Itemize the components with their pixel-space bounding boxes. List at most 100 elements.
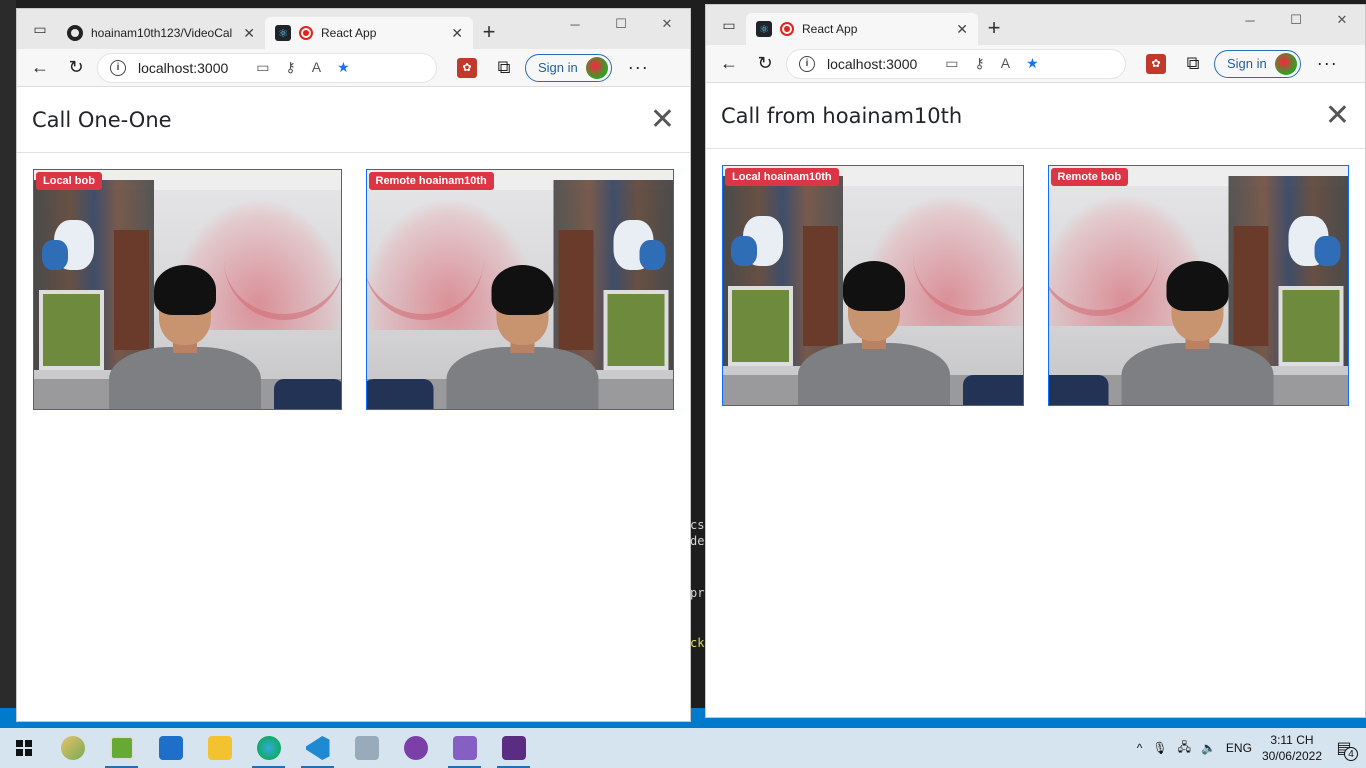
close-icon[interactable]: ✕ bbox=[956, 21, 968, 38]
avatar bbox=[585, 56, 608, 79]
info-icon[interactable]: i bbox=[110, 59, 126, 76]
language-indicator[interactable]: ENG bbox=[1226, 741, 1252, 755]
avatar bbox=[1274, 52, 1297, 75]
code-text: pr bbox=[690, 586, 705, 600]
video-label: Local bob bbox=[36, 172, 102, 190]
video-grid: Local bob Remote hoainam10th bbox=[17, 153, 690, 426]
tab-github[interactable]: hoainam10th123/VideoCal ✕ bbox=[57, 17, 265, 49]
recording-icon bbox=[780, 22, 794, 36]
paint-icon[interactable] bbox=[48, 728, 97, 768]
extension-icon[interactable]: ✿ bbox=[1146, 53, 1166, 74]
local-video: Local hoainam10th bbox=[722, 165, 1024, 406]
window-controls: ─ ☐ ✕ bbox=[552, 9, 690, 39]
start-button[interactable] bbox=[0, 728, 48, 768]
modal-header: Call from hoainam10th ✕ bbox=[706, 83, 1365, 149]
extension-icon[interactable]: ✿ bbox=[457, 57, 477, 78]
video-frame bbox=[34, 170, 341, 409]
favorite-star-icon[interactable]: ★ bbox=[1026, 55, 1039, 72]
video-grid: Local hoainam10th Remote bob bbox=[706, 149, 1365, 422]
close-window-icon[interactable]: ✕ bbox=[644, 9, 690, 39]
app-icon[interactable] bbox=[342, 728, 391, 768]
url-text: localhost:3000 bbox=[827, 55, 918, 72]
notification-count: 4 bbox=[1344, 747, 1358, 761]
github-icon bbox=[67, 25, 83, 41]
video-frame bbox=[1048, 166, 1348, 405]
more-options-icon[interactable]: ··· bbox=[1317, 53, 1338, 74]
address-bar-row: ← ↻ i localhost:3000 ▭ ⚷ A ★ ✿ ⧉ Sign in… bbox=[17, 49, 690, 87]
network-icon[interactable]: 🖧 bbox=[1178, 738, 1191, 759]
microphone-icon[interactable]: 🎙 bbox=[1152, 741, 1167, 755]
new-tab-button[interactable]: + bbox=[473, 16, 505, 48]
modal-header: Call One-One ✕ bbox=[17, 87, 690, 153]
volume-icon[interactable]: 🔈 bbox=[1201, 741, 1216, 755]
extensions-puzzle-icon[interactable]: ⧉ bbox=[1178, 49, 1208, 79]
video-frame bbox=[723, 166, 1023, 405]
tab-react-app[interactable]: ⚛ React App ✕ bbox=[746, 13, 978, 45]
address-bar[interactable]: i localhost:3000 ▭ ⚷ A ★ bbox=[97, 52, 437, 83]
maximize-icon[interactable]: ☐ bbox=[1273, 5, 1319, 35]
clock-time: 3:11 CH bbox=[1270, 733, 1314, 747]
tab-actions-icon[interactable]: ▭ bbox=[712, 8, 746, 42]
file-explorer-icon[interactable] bbox=[195, 728, 244, 768]
vscode-icon[interactable] bbox=[293, 728, 342, 768]
sign-in-label: Sign in bbox=[538, 60, 578, 75]
new-tab-button[interactable]: + bbox=[978, 12, 1010, 44]
notepad-icon[interactable] bbox=[97, 728, 146, 768]
back-button[interactable]: ← bbox=[25, 53, 55, 83]
taskbar: ^ 🎙 🖧 🔈 ENG 3:11 CH 30/06/2022 ▤ 4 bbox=[0, 728, 1366, 768]
github-desktop-icon[interactable] bbox=[391, 728, 440, 768]
refresh-button[interactable]: ↻ bbox=[61, 53, 91, 83]
modal-title: Call One-One bbox=[32, 107, 172, 132]
visual-studio-icon[interactable] bbox=[440, 728, 489, 768]
clock-date: 30/06/2022 bbox=[1261, 749, 1322, 763]
read-aloud-icon[interactable]: A bbox=[312, 59, 321, 76]
video-label: Remote bob bbox=[1050, 168, 1129, 186]
modal-close-button[interactable]: ✕ bbox=[650, 104, 675, 135]
chevron-up-icon[interactable]: ^ bbox=[1137, 741, 1143, 755]
tab-actions-icon[interactable]: ▭ bbox=[23, 12, 57, 46]
read-aloud-icon[interactable]: A bbox=[1001, 55, 1010, 72]
local-video: Local bob bbox=[33, 169, 342, 410]
extensions-puzzle-icon[interactable]: ⧉ bbox=[489, 53, 519, 83]
url-text: localhost:3000 bbox=[138, 59, 229, 76]
refresh-button[interactable]: ↻ bbox=[750, 49, 780, 79]
camera-icon[interactable]: ▭ bbox=[256, 59, 269, 76]
favorite-star-icon[interactable]: ★ bbox=[337, 59, 350, 76]
modal-close-button[interactable]: ✕ bbox=[1325, 100, 1350, 131]
key-icon[interactable]: ⚷ bbox=[975, 55, 985, 72]
sign-in-button[interactable]: Sign in bbox=[1214, 49, 1301, 78]
windows-logo-icon bbox=[16, 740, 32, 756]
address-bar-row: ← ↻ i localhost:3000 ▭ ⚷ A ★ ✿ ⧉ Sign in… bbox=[706, 45, 1365, 83]
info-icon[interactable]: i bbox=[799, 55, 815, 72]
edge-icon[interactable] bbox=[244, 728, 293, 768]
close-icon[interactable]: ✕ bbox=[243, 25, 255, 42]
mail-icon[interactable] bbox=[146, 728, 195, 768]
tab-title: React App bbox=[321, 26, 377, 40]
sign-in-button[interactable]: Sign in bbox=[525, 53, 612, 82]
tab-title: React App bbox=[802, 22, 858, 36]
more-options-icon[interactable]: ··· bbox=[628, 57, 649, 78]
remote-video: Remote hoainam10th bbox=[365, 169, 674, 410]
video-frame bbox=[366, 170, 673, 409]
notification-icon[interactable]: ▤ 4 bbox=[1332, 737, 1358, 761]
address-bar[interactable]: i localhost:3000 ▭ ⚷ A ★ bbox=[786, 48, 1126, 79]
tab-bar: ▭ ⚛ React App ✕ + ─ ☐ ✕ bbox=[706, 5, 1365, 45]
system-tray: ^ 🎙 🖧 🔈 ENG 3:11 CH 30/06/2022 ▤ 4 bbox=[1137, 732, 1366, 764]
key-icon[interactable]: ⚷ bbox=[286, 59, 296, 76]
close-window-icon[interactable]: ✕ bbox=[1319, 5, 1365, 35]
back-button[interactable]: ← bbox=[714, 49, 744, 79]
background-editor-sidebar bbox=[0, 0, 16, 728]
recording-icon bbox=[299, 26, 313, 40]
tab-bar: ▭ hoainam10th123/VideoCal ✕ ⚛ React App … bbox=[17, 9, 690, 49]
maximize-icon[interactable]: ☐ bbox=[598, 9, 644, 39]
video-label: Local hoainam10th bbox=[725, 168, 839, 186]
react-icon: ⚛ bbox=[275, 25, 291, 41]
remote-video: Remote bob bbox=[1047, 165, 1349, 406]
minimize-icon[interactable]: ─ bbox=[552, 9, 598, 39]
clock[interactable]: 3:11 CH 30/06/2022 bbox=[1262, 732, 1322, 764]
minimize-icon[interactable]: ─ bbox=[1227, 5, 1273, 35]
camera-icon[interactable]: ▭ bbox=[945, 55, 958, 72]
close-icon[interactable]: ✕ bbox=[451, 25, 463, 42]
tab-react-app[interactable]: ⚛ React App ✕ bbox=[265, 17, 473, 49]
terminal-icon[interactable] bbox=[489, 728, 538, 768]
